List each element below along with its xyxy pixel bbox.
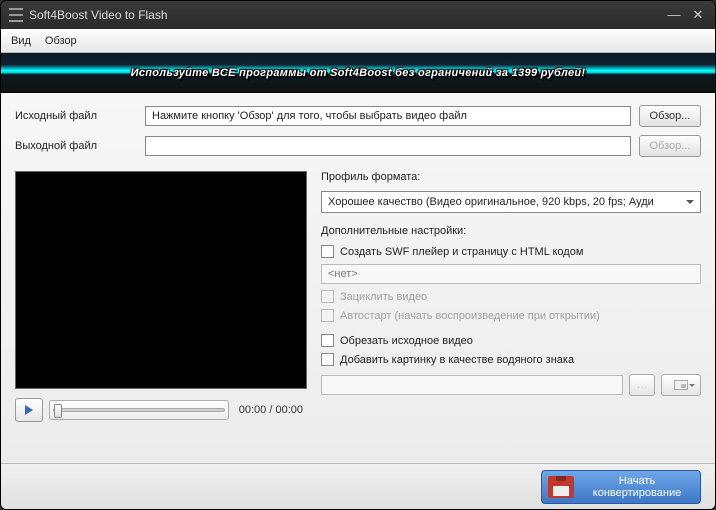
profile-label: Профиль формата: — [321, 171, 701, 183]
input-file-field[interactable] — [145, 106, 631, 126]
output-file-row: Выходной файл Обзор... — [15, 135, 701, 157]
checkbox-loop: Зациклить видео — [321, 290, 701, 303]
app-menu-icon[interactable] — [9, 8, 23, 22]
content-area: Исходный файл Обзор... Выходной файл Обз… — [1, 93, 715, 463]
menubar: Вид Обзор — [1, 29, 715, 53]
input-file-label: Исходный файл — [15, 110, 145, 122]
extra-label: Дополнительные настройки: — [321, 225, 701, 237]
checkbox-icon — [321, 309, 334, 322]
footer: Начать конвертирование — [1, 463, 715, 509]
play-button[interactable] — [15, 398, 43, 422]
position-icon — [674, 380, 688, 390]
main-row: 00:00 / 00:00 Профиль формата: Хорошее к… — [15, 171, 701, 423]
checkbox-autostart-label: Автостарт (начать воспроизведение при от… — [340, 310, 600, 322]
swf-path-field — [321, 264, 701, 284]
seek-thumb[interactable] — [54, 404, 62, 418]
watermark-browse-button: … — [629, 374, 655, 396]
watermark-position-button[interactable] — [661, 374, 701, 396]
preview-column: 00:00 / 00:00 — [15, 171, 307, 423]
input-browse-button[interactable]: Обзор... — [639, 105, 701, 127]
output-browse-button: Обзор... — [639, 135, 701, 157]
output-file-label: Выходной файл — [15, 140, 145, 152]
checkbox-icon — [321, 290, 334, 303]
checkbox-swf-label: Создать SWF плейер и страницу с HTML код… — [340, 246, 583, 258]
profile-select[interactable]: Хорошее качество (Видео оригинальное, 92… — [321, 191, 701, 213]
seek-slider[interactable] — [49, 400, 229, 420]
checkbox-autostart: Автостарт (начать воспроизведение при от… — [321, 309, 701, 322]
checkbox-icon — [321, 245, 334, 258]
titlebar: Soft4Boost Video to Flash — ✕ — [1, 1, 715, 29]
start-convert-button[interactable]: Начать конвертирование — [541, 470, 701, 504]
promo-banner[interactable]: Используйте ВСЕ программы от Soft4Boost … — [1, 53, 715, 93]
menu-browse[interactable]: Обзор — [45, 35, 77, 47]
app-window: Soft4Boost Video to Flash — ✕ Вид Обзор … — [0, 0, 716, 510]
checkbox-loop-label: Зациклить видео — [340, 291, 427, 303]
checkbox-swf-player[interactable]: Создать SWF плейер и страницу с HTML код… — [321, 245, 701, 258]
menu-view[interactable]: Вид — [11, 35, 31, 47]
input-file-row: Исходный файл Обзор... — [15, 105, 701, 127]
checkbox-crop[interactable]: Обрезать исходное видео — [321, 334, 701, 347]
watermark-row: … — [321, 374, 701, 396]
seek-track — [53, 408, 225, 412]
checkbox-watermark[interactable]: Добавить картинку в качестве водяного зн… — [321, 353, 701, 366]
video-preview — [15, 171, 307, 389]
convert-label: Начать конвертирование — [580, 475, 694, 499]
play-icon — [24, 405, 34, 415]
checkbox-icon — [321, 353, 334, 366]
window-title: Soft4Boost Video to Flash — [29, 8, 659, 22]
settings-column: Профиль формата: Хорошее качество (Видео… — [321, 171, 701, 423]
player-controls: 00:00 / 00:00 — [15, 397, 307, 423]
minimize-button[interactable]: — — [665, 7, 683, 23]
profile-value: Хорошее качество (Видео оригинальное, 92… — [328, 196, 654, 208]
timecode: 00:00 / 00:00 — [235, 404, 307, 416]
save-disk-icon — [548, 476, 574, 498]
output-file-field[interactable] — [145, 136, 631, 156]
watermark-path-field — [321, 375, 623, 395]
close-button[interactable]: ✕ — [689, 7, 707, 23]
checkbox-watermark-label: Добавить картинку в качестве водяного зн… — [340, 354, 574, 366]
promo-text: Используйте ВСЕ программы от Soft4Boost … — [131, 67, 586, 79]
ellipsis-icon: … — [637, 379, 648, 391]
checkbox-icon — [321, 334, 334, 347]
checkbox-crop-label: Обрезать исходное видео — [340, 335, 473, 347]
